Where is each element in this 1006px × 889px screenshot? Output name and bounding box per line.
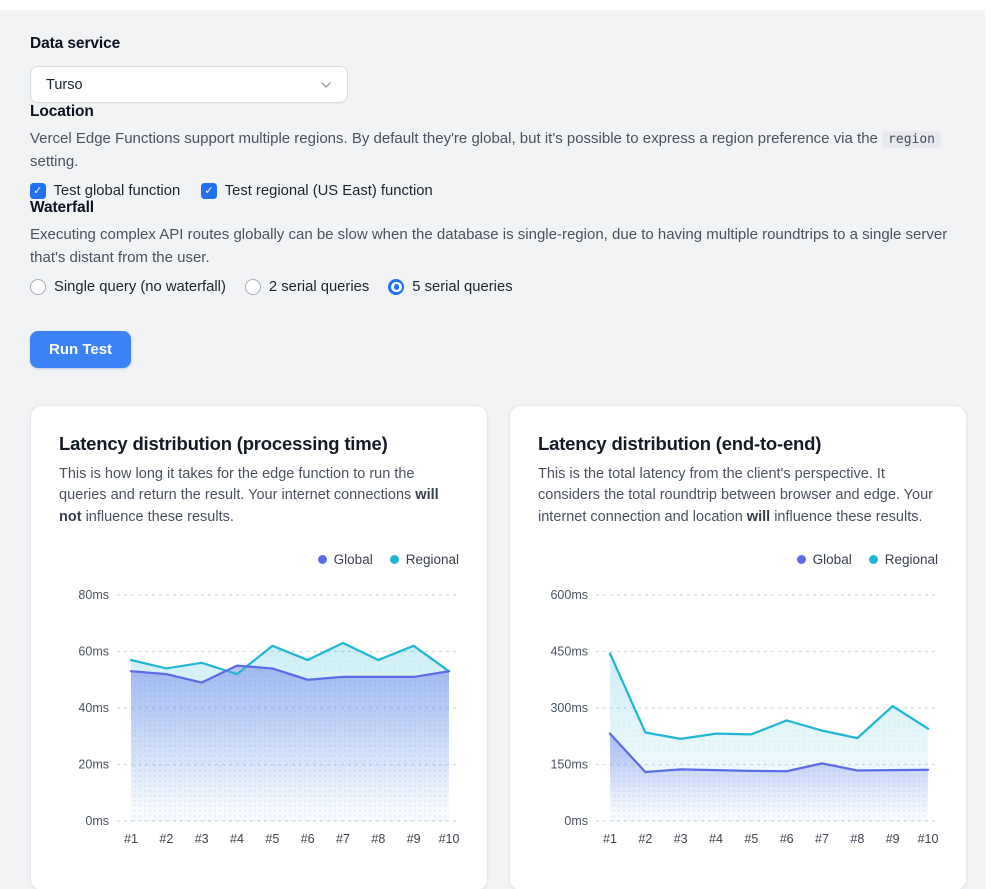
processing-time-card: Latency distribution (processing time) T… (30, 405, 488, 889)
radio-icon[interactable] (30, 279, 46, 295)
processing-time-area-chart: 0ms 20ms 40ms 60ms 80ms #1 #2 #3 #4 #5 #6 #7 #8 #9 #10 (59, 575, 459, 849)
chart-legend: Global Regional (59, 552, 459, 567)
chart-description-text: This is how long it takes for the edge f… (59, 466, 415, 503)
legend-label: Global (813, 552, 852, 567)
legend-item-global: Global (318, 552, 373, 567)
svg-text:#7: #7 (815, 832, 829, 846)
chart-description: This is how long it takes for the edge f… (59, 464, 459, 528)
svg-text:#4: #4 (709, 832, 723, 846)
svg-text:#4: #4 (230, 832, 244, 846)
svg-text:150ms: 150ms (550, 757, 588, 771)
svg-text:80ms: 80ms (78, 588, 109, 602)
location-heading: Location (30, 103, 955, 121)
radio-5-serial-queries[interactable]: 5 serial queries (388, 279, 512, 295)
waterfall-radio-row: Single query (no waterfall) 2 serial que… (30, 279, 955, 295)
global-series-dot-icon (318, 555, 327, 564)
legend-label: Regional (885, 552, 938, 567)
svg-text:300ms: 300ms (550, 701, 588, 715)
svg-text:#9: #9 (886, 832, 900, 846)
data-service-select[interactable]: Turso (30, 66, 348, 103)
location-checkbox-row: ✓ Test global function ✓ Test regional (… (30, 183, 955, 199)
svg-text:40ms: 40ms (78, 701, 109, 715)
svg-text:#7: #7 (336, 832, 350, 846)
svg-text:#1: #1 (124, 832, 138, 846)
checkbox-icon[interactable]: ✓ (201, 183, 217, 199)
chart-title: Latency distribution (end-to-end) (538, 433, 938, 455)
svg-text:60ms: 60ms (78, 644, 109, 658)
svg-text:#1: #1 (603, 832, 617, 846)
legend-label: Regional (406, 552, 459, 567)
checkbox-label: Test global function (54, 183, 181, 199)
legend-label: Global (334, 552, 373, 567)
radio-label: 5 serial queries (412, 279, 512, 295)
legend-item-regional: Regional (869, 552, 938, 567)
svg-text:#3: #3 (674, 832, 688, 846)
chart-title: Latency distribution (processing time) (59, 433, 459, 455)
checkbox-test-global-function[interactable]: ✓ Test global function (30, 183, 180, 199)
radio-label: 2 serial queries (269, 279, 369, 295)
radio-icon[interactable] (388, 279, 404, 295)
svg-text:#9: #9 (407, 832, 421, 846)
waterfall-description: Executing complex API routes globally ca… (30, 224, 955, 269)
latency-test-page: Data service Turso Location Vercel Edge … (0, 10, 985, 889)
end-to-end-card: Latency distribution (end-to-end) This i… (509, 405, 967, 889)
data-service-heading: Data service (30, 35, 955, 53)
chart-description-tail: influence these results. (82, 509, 234, 525)
svg-text:450ms: 450ms (550, 644, 588, 658)
legend-item-global: Global (797, 552, 852, 567)
svg-text:#2: #2 (159, 832, 173, 846)
svg-text:#8: #8 (371, 832, 385, 846)
regional-series-dot-icon (390, 555, 399, 564)
region-code-token: region (882, 131, 941, 148)
global-series-dot-icon (797, 555, 806, 564)
radio-single-query[interactable]: Single query (no waterfall) (30, 279, 226, 295)
checkbox-icon[interactable]: ✓ (30, 183, 46, 199)
svg-text:0ms: 0ms (564, 814, 588, 828)
data-service-selected-value: Turso (46, 77, 83, 93)
chart-legend: Global Regional (538, 552, 938, 567)
location-description-text: Vercel Edge Functions support multiple r… (30, 130, 882, 147)
svg-text:#6: #6 (301, 832, 315, 846)
legend-item-regional: Regional (390, 552, 459, 567)
svg-text:#5: #5 (744, 832, 758, 846)
regional-series-dot-icon (869, 555, 878, 564)
svg-text:0ms: 0ms (85, 814, 109, 828)
browser-canvas: Data service Turso Location Vercel Edge … (0, 0, 1006, 889)
chart-description-bold: will (747, 509, 770, 525)
checkbox-label: Test regional (US East) function (225, 183, 433, 199)
waterfall-heading: Waterfall (30, 199, 955, 217)
chart-description: This is the total latency from the clien… (538, 464, 938, 528)
svg-text:#10: #10 (918, 832, 938, 846)
radio-2-serial-queries[interactable]: 2 serial queries (245, 279, 369, 295)
location-description: Vercel Edge Functions support multiple r… (30, 128, 955, 173)
charts-row: Latency distribution (processing time) T… (30, 405, 955, 889)
svg-text:#5: #5 (265, 832, 279, 846)
svg-text:#3: #3 (195, 832, 209, 846)
radio-icon[interactable] (245, 279, 261, 295)
chevron-down-icon (318, 77, 334, 93)
location-description-tail: setting. (30, 153, 78, 170)
chart-description-tail: influence these results. (770, 509, 922, 525)
svg-text:#8: #8 (850, 832, 864, 846)
radio-label: Single query (no waterfall) (54, 279, 226, 295)
end-to-end-area-chart: 0ms 150ms 300ms 450ms 600ms #1 #2 #3 #4 #5 #6 #7 #8 #… (538, 575, 938, 849)
svg-text:#6: #6 (780, 832, 794, 846)
svg-text:#10: #10 (439, 832, 459, 846)
svg-text:20ms: 20ms (78, 757, 109, 771)
checkbox-test-regional-function[interactable]: ✓ Test regional (US East) function (201, 183, 433, 199)
svg-text:#2: #2 (638, 832, 652, 846)
svg-text:600ms: 600ms (550, 588, 588, 602)
run-test-button[interactable]: Run Test (30, 331, 131, 368)
